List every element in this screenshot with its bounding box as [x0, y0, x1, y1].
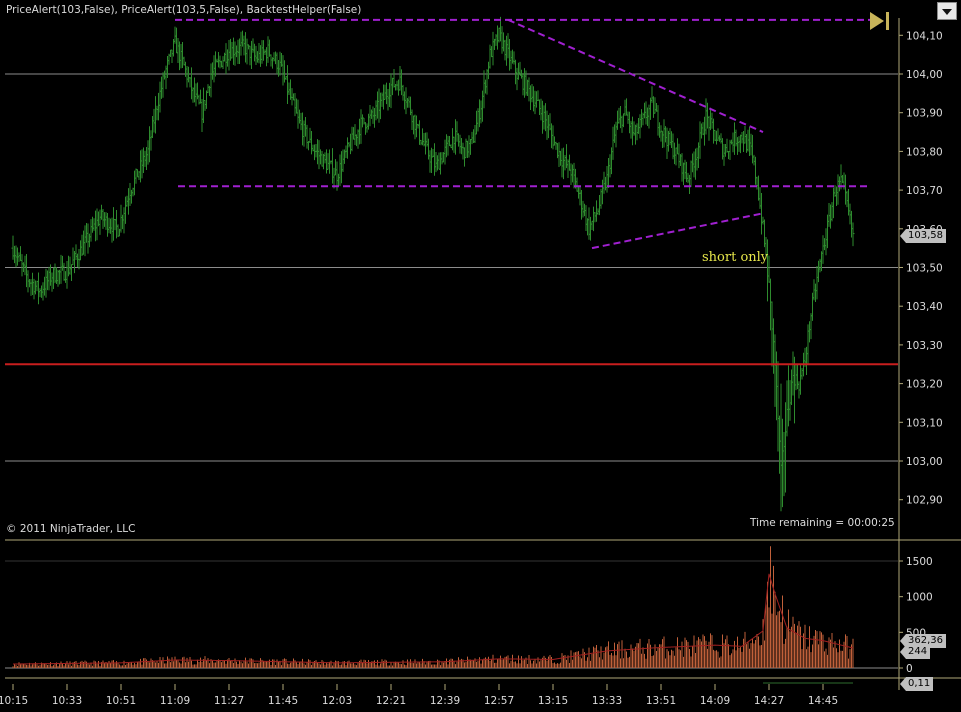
x-tick-label: 12:57	[484, 695, 514, 707]
x-tick-label: 11:45	[268, 695, 298, 707]
x-tick-label: 10:33	[52, 695, 82, 707]
volume-tick-label: 1000	[906, 592, 933, 604]
chart-svg: 104,10104,00103,90103,80103,70103,60103,…	[0, 16, 961, 707]
y-tick-label: 103,30	[906, 340, 943, 352]
y-tick-label: 103,50	[906, 263, 943, 275]
trendline-wedge-lower	[591, 212, 764, 250]
time-remaining: Time remaining = 00:00:25	[750, 517, 895, 529]
x-tick-label: 10:51	[106, 695, 136, 707]
x-tick-label: 13:51	[646, 695, 676, 707]
x-tick-label: 12:03	[322, 695, 352, 707]
volume-badge: 244	[899, 645, 931, 659]
last-price-badge: 103,58	[900, 229, 946, 243]
lower-pane-badge: 0,11	[899, 677, 934, 691]
trendline-wedge-upper	[507, 18, 764, 133]
y-tick-label: 103,10	[906, 417, 943, 429]
grid-layer	[5, 73, 898, 669]
y-tick-label: 103,00	[906, 456, 943, 468]
drawing-objects[interactable]	[5, 18, 898, 366]
x-tick-label: 14:45	[808, 695, 838, 707]
y-tick-label: 103,70	[906, 185, 943, 197]
y-tick-label: 104,10	[906, 30, 943, 42]
volume-bars	[12, 546, 854, 668]
y-tick-label: 103,80	[906, 146, 943, 158]
x-tick-label: 11:09	[160, 695, 190, 707]
x-tick-label: 10:15	[0, 695, 28, 707]
x-tick-label: 11:27	[214, 695, 244, 707]
x-tick-label: 12:39	[430, 695, 460, 707]
x-tick-label: 12:21	[376, 695, 406, 707]
x-tick-label: 13:33	[592, 695, 622, 707]
x-tick-label: 14:27	[754, 695, 784, 707]
y-tick-label: 103,90	[906, 108, 943, 120]
y-tick-label: 104,00	[906, 69, 943, 81]
x-tick-label: 14:09	[700, 695, 730, 707]
y-tick-label: 103,20	[906, 379, 943, 391]
copyright-text: © 2011 NinjaTrader, LLC	[6, 523, 136, 535]
y-tick-label: 102,90	[906, 495, 943, 507]
indicator-label: PriceAlert(103,False), PriceAlert(103,5,…	[6, 4, 362, 16]
play-to-end-icon[interactable]	[868, 10, 892, 32]
y-tick-label: 103,40	[906, 301, 943, 313]
volume-tick-label: 0	[906, 663, 913, 675]
dropdown-arrow-icon[interactable]	[937, 2, 957, 20]
annotation-short-only[interactable]: short only	[702, 250, 768, 265]
x-tick-label: 13:15	[538, 695, 568, 707]
volume-tick-label: 1500	[906, 556, 933, 568]
price-bars	[11, 16, 855, 684]
